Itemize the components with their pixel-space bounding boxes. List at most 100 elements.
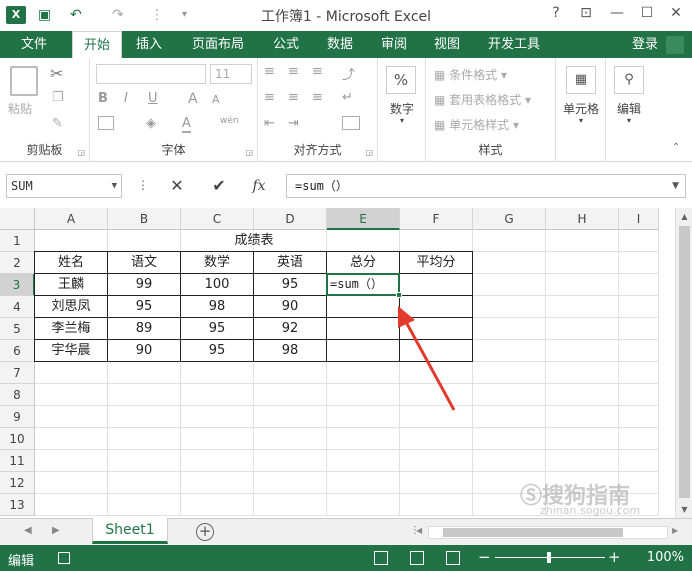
row-header-1[interactable]: 1 <box>0 230 35 252</box>
macro-record-icon[interactable] <box>58 552 70 564</box>
align-top-icon[interactable]: ≡ <box>264 64 275 79</box>
paste-button[interactable]: 粘贴 <box>8 100 32 117</box>
cell-g4[interactable] <box>473 296 546 318</box>
merge-center-icon[interactable] <box>342 116 360 130</box>
cell-e7[interactable] <box>327 362 400 384</box>
enter-icon[interactable]: ✔ <box>206 174 232 198</box>
row-header-2[interactable]: 2 <box>0 252 35 274</box>
cell-i11[interactable] <box>619 450 659 472</box>
cells-dropdown-icon[interactable]: ▾ <box>556 116 606 125</box>
cell-h7[interactable] <box>546 362 619 384</box>
name-box-dropdown-icon[interactable]: ▼ <box>112 175 117 197</box>
align-middle-icon[interactable]: ≡ <box>288 64 299 79</box>
cell-d12[interactable] <box>254 472 327 494</box>
cell-i4[interactable] <box>619 296 659 318</box>
cell-e10[interactable] <box>327 428 400 450</box>
cell-c9[interactable] <box>181 406 254 428</box>
bold-icon[interactable]: B <box>98 91 108 106</box>
font-launcher-icon[interactable]: ◲ <box>245 148 253 157</box>
cell-a9[interactable] <box>35 406 108 428</box>
ribbon-display-icon[interactable]: ⊡ <box>576 5 596 21</box>
cell-b7[interactable] <box>108 362 181 384</box>
cell-g2[interactable] <box>473 252 546 274</box>
cell-h4[interactable] <box>546 296 619 318</box>
row-header-6[interactable]: 6 <box>0 340 35 362</box>
cell-c13[interactable] <box>181 494 254 516</box>
cut-icon[interactable]: ✂ <box>50 64 63 83</box>
minimize-icon[interactable]: — <box>607 5 627 21</box>
select-all-corner[interactable] <box>0 208 35 230</box>
grow-font-icon[interactable]: A <box>188 91 198 107</box>
vertical-scrollbar[interactable]: ▲ ▼ <box>675 208 692 518</box>
column-header-h[interactable]: H <box>546 208 619 230</box>
font-name-select[interactable] <box>96 64 206 84</box>
zoom-slider-knob[interactable] <box>547 552 551 563</box>
scroll-up-icon[interactable]: ▲ <box>676 212 692 221</box>
editing-dropdown-icon[interactable]: ▾ <box>606 116 652 125</box>
cell-h6[interactable] <box>546 340 619 362</box>
cell-e11[interactable] <box>327 450 400 472</box>
help-icon[interactable]: ? <box>546 5 566 21</box>
cell-i7[interactable] <box>619 362 659 384</box>
binoculars-icon[interactable]: ⚲ <box>614 66 644 94</box>
cell-g1[interactable] <box>473 230 546 252</box>
cells-button[interactable]: 单元格 <box>556 100 606 117</box>
font-size-select[interactable]: 11 <box>210 64 252 84</box>
horizontal-scrollbar[interactable] <box>428 526 668 539</box>
number-dropdown-icon[interactable]: ▾ <box>382 116 422 125</box>
fill-handle[interactable] <box>396 292 402 298</box>
align-right-icon[interactable]: ≡ <box>312 90 323 105</box>
cell-c11[interactable] <box>181 450 254 472</box>
cell-c10[interactable] <box>181 428 254 450</box>
cell-e12[interactable] <box>327 472 400 494</box>
cell-e8[interactable] <box>327 384 400 406</box>
tab-review[interactable]: 审阅 <box>381 31 407 58</box>
cell-i10[interactable] <box>619 428 659 450</box>
cell-h1[interactable] <box>546 230 619 252</box>
cell-e13[interactable] <box>327 494 400 516</box>
cell-styles-button[interactable]: ▦ 单元格样式 ▾ <box>434 116 519 133</box>
cell-d10[interactable] <box>254 428 327 450</box>
tab-developer[interactable]: 开发工具 <box>488 31 540 58</box>
cell-a13[interactable] <box>35 494 108 516</box>
cell-b9[interactable] <box>108 406 181 428</box>
login-link[interactable]: 登录 <box>632 31 658 58</box>
shrink-font-icon[interactable]: A <box>212 93 220 106</box>
tab-home[interactable]: 开始 <box>72 31 122 58</box>
cell-g5[interactable] <box>473 318 546 340</box>
phonetic-icon[interactable]: wén <box>220 116 239 126</box>
normal-view-icon[interactable] <box>374 551 388 565</box>
orientation-icon[interactable]: ⤴ <box>342 64 355 83</box>
expand-formula-icon[interactable]: ▼ <box>672 175 679 197</box>
close-icon[interactable]: ✕ <box>666 5 686 21</box>
column-header-a[interactable]: A <box>35 208 108 230</box>
add-sheet-button[interactable]: + <box>196 523 214 541</box>
cancel-icon[interactable]: ✕ <box>164 174 190 198</box>
cell-a8[interactable] <box>35 384 108 406</box>
zoom-out-icon[interactable]: − <box>478 548 491 566</box>
row-header-13[interactable]: 13 <box>0 494 35 516</box>
cell-g6[interactable] <box>473 340 546 362</box>
cell-g8[interactable] <box>473 384 546 406</box>
worksheet-grid[interactable]: ABCDEFGHI 1 2 3 4 5 6 7 8 9 10 11 12 13 成绩表 姓名 语文 数学 英语总… <box>0 208 692 518</box>
row-header-7[interactable]: 7 <box>0 362 35 384</box>
fill-color-icon[interactable]: ◈ <box>146 116 156 131</box>
next-sheet-icon[interactable]: ▶ <box>52 525 60 536</box>
cell-h2[interactable] <box>546 252 619 274</box>
row-header-5[interactable]: 5 <box>0 318 35 340</box>
column-header-i[interactable]: I <box>619 208 659 230</box>
align-center-icon[interactable]: ≡ <box>288 90 299 105</box>
italic-icon[interactable]: I <box>124 91 128 106</box>
maximize-icon[interactable]: ☐ <box>637 5 657 21</box>
cell-i9[interactable] <box>619 406 659 428</box>
tab-page-layout[interactable]: 页面布局 <box>192 31 244 58</box>
format-as-table-button[interactable]: ▦ 套用表格格式 ▾ <box>434 91 531 108</box>
cell-d8[interactable] <box>254 384 327 406</box>
align-left-icon[interactable]: ≡ <box>264 90 275 105</box>
cell-i8[interactable] <box>619 384 659 406</box>
cell-h11[interactable] <box>546 450 619 472</box>
number-button[interactable]: 数字 <box>382 100 422 117</box>
cell-b10[interactable] <box>108 428 181 450</box>
paste-icon[interactable] <box>10 66 38 96</box>
cell-i2[interactable] <box>619 252 659 274</box>
